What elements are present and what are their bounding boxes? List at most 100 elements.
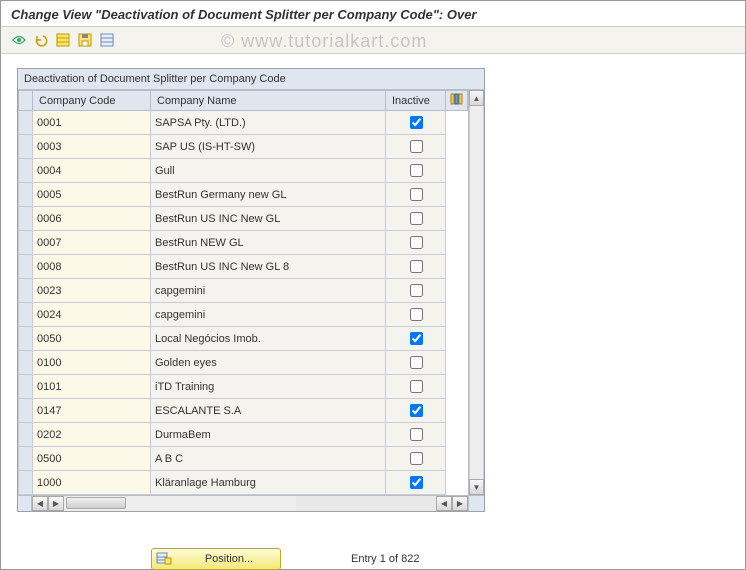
row-selector[interactable] <box>19 111 33 135</box>
company-name-cell: A B C <box>151 447 386 471</box>
table-row: 0008BestRun US INC New GL 8 <box>19 255 468 279</box>
table-row: 0001SAPSA Pty. (LTD.) <box>19 111 468 135</box>
scroll-left-icon[interactable]: ◀ <box>32 496 48 511</box>
company-name-cell: SAPSA Pty. (LTD.) <box>151 111 386 135</box>
company-code-cell[interactable]: 0024 <box>33 303 151 327</box>
inactive-cell <box>386 255 446 279</box>
company-code-cell[interactable]: 0101 <box>33 375 151 399</box>
company-name-cell: Golden eyes <box>151 351 386 375</box>
scroll-right-icon[interactable]: ▶ <box>48 496 64 511</box>
inactive-checkbox[interactable] <box>410 140 423 153</box>
scroll-track[interactable] <box>469 106 484 479</box>
row-selector[interactable] <box>19 399 33 423</box>
save-icon[interactable] <box>75 31 95 49</box>
inactive-cell <box>386 399 446 423</box>
company-code-cell[interactable]: 0050 <box>33 327 151 351</box>
inactive-cell <box>386 375 446 399</box>
column-inactive[interactable]: Inactive <box>386 91 446 111</box>
inactive-checkbox[interactable] <box>410 212 423 225</box>
row-selector[interactable] <box>19 183 33 207</box>
row-selector[interactable] <box>19 135 33 159</box>
row-selector[interactable] <box>19 423 33 447</box>
company-code-cell[interactable]: 0202 <box>33 423 151 447</box>
row-selector[interactable] <box>19 279 33 303</box>
inactive-checkbox[interactable] <box>410 428 423 441</box>
inactive-checkbox[interactable] <box>410 380 423 393</box>
scroll-left2-icon[interactable]: ◀ <box>436 496 452 511</box>
inactive-checkbox[interactable] <box>410 332 423 345</box>
company-name-cell: BestRun US INC New GL 8 <box>151 255 386 279</box>
row-selector[interactable] <box>19 255 33 279</box>
table-row: 0007BestRun NEW GL <box>19 231 468 255</box>
company-code-cell[interactable]: 0006 <box>33 207 151 231</box>
row-selector[interactable] <box>19 327 33 351</box>
scroll-down-icon[interactable]: ▼ <box>469 479 484 495</box>
position-button[interactable]: Position... <box>151 548 281 570</box>
company-code-cell[interactable]: 1000 <box>33 471 151 495</box>
row-selector[interactable] <box>19 207 33 231</box>
row-selector[interactable] <box>19 471 33 495</box>
row-selector[interactable] <box>19 351 33 375</box>
company-code-cell[interactable]: 0001 <box>33 111 151 135</box>
company-code-cell[interactable]: 0005 <box>33 183 151 207</box>
table-row: 0006BestRun US INC New GL <box>19 207 468 231</box>
inactive-checkbox[interactable] <box>410 236 423 249</box>
inactive-cell <box>386 135 446 159</box>
inactive-checkbox[interactable] <box>410 284 423 297</box>
inactive-checkbox[interactable] <box>410 308 423 321</box>
company-code-cell[interactable]: 0023 <box>33 279 151 303</box>
inactive-checkbox[interactable] <box>410 188 423 201</box>
row-selector[interactable] <box>19 375 33 399</box>
hscroll-track-1[interactable] <box>64 496 296 511</box>
scroll-up-icon[interactable]: ▲ <box>469 90 484 106</box>
company-name-cell: Gull <box>151 159 386 183</box>
company-code-cell[interactable]: 0008 <box>33 255 151 279</box>
inactive-checkbox[interactable] <box>410 116 423 129</box>
row-selector[interactable] <box>19 447 33 471</box>
table-row: 0005BestRun Germany new GL <box>19 183 468 207</box>
company-code-cell[interactable]: 0500 <box>33 447 151 471</box>
inactive-cell <box>386 327 446 351</box>
company-code-cell[interactable]: 0147 <box>33 399 151 423</box>
table-row: 0004Gull <box>19 159 468 183</box>
column-company-name[interactable]: Company Name <box>151 91 386 111</box>
company-code-cell[interactable]: 0004 <box>33 159 151 183</box>
inactive-checkbox[interactable] <box>410 260 423 273</box>
deselect-all-icon[interactable] <box>97 31 117 49</box>
inactive-cell <box>386 207 446 231</box>
row-selector[interactable] <box>19 303 33 327</box>
select-all-icon[interactable] <box>53 31 73 49</box>
company-code-cell[interactable]: 0007 <box>33 231 151 255</box>
position-icon <box>156 551 172 568</box>
horizontal-scrollbar[interactable]: ◀ ▶ ◀ ▶ <box>18 495 484 511</box>
inactive-checkbox[interactable] <box>410 452 423 465</box>
hscroll-corner <box>468 496 484 511</box>
configure-columns-icon[interactable] <box>446 91 468 111</box>
inactive-checkbox[interactable] <box>410 356 423 369</box>
company-name-cell: iTD Training <box>151 375 386 399</box>
company-name-cell: BestRun US INC New GL <box>151 207 386 231</box>
company-code-cell[interactable]: 0003 <box>33 135 151 159</box>
hscroll-thumb[interactable] <box>66 497 126 509</box>
vertical-scrollbar[interactable]: ▲ ▼ <box>468 90 484 495</box>
hscroll-spacer <box>18 496 32 511</box>
inactive-cell <box>386 231 446 255</box>
undo-icon[interactable] <box>31 31 51 49</box>
inactive-checkbox[interactable] <box>410 404 423 417</box>
inactive-checkbox[interactable] <box>410 476 423 489</box>
table-row: 0003SAP US (IS-HT-SW) <box>19 135 468 159</box>
footer-bar: Position... Entry 1 of 822 <box>1 548 745 570</box>
inactive-cell <box>386 423 446 447</box>
row-selector-header[interactable] <box>19 91 33 111</box>
page-title: Change View "Deactivation of Document Sp… <box>1 1 745 27</box>
inactive-cell <box>386 159 446 183</box>
row-selector[interactable] <box>19 159 33 183</box>
company-code-cell[interactable]: 0100 <box>33 351 151 375</box>
other-view-icon[interactable] <box>9 31 29 49</box>
column-company-code[interactable]: Company Code <box>33 91 151 111</box>
inactive-checkbox[interactable] <box>410 164 423 177</box>
table-row: 0023capgemini <box>19 279 468 303</box>
table-row: 1000Kläranlage Hamburg <box>19 471 468 495</box>
scroll-right2-icon[interactable]: ▶ <box>452 496 468 511</box>
row-selector[interactable] <box>19 231 33 255</box>
